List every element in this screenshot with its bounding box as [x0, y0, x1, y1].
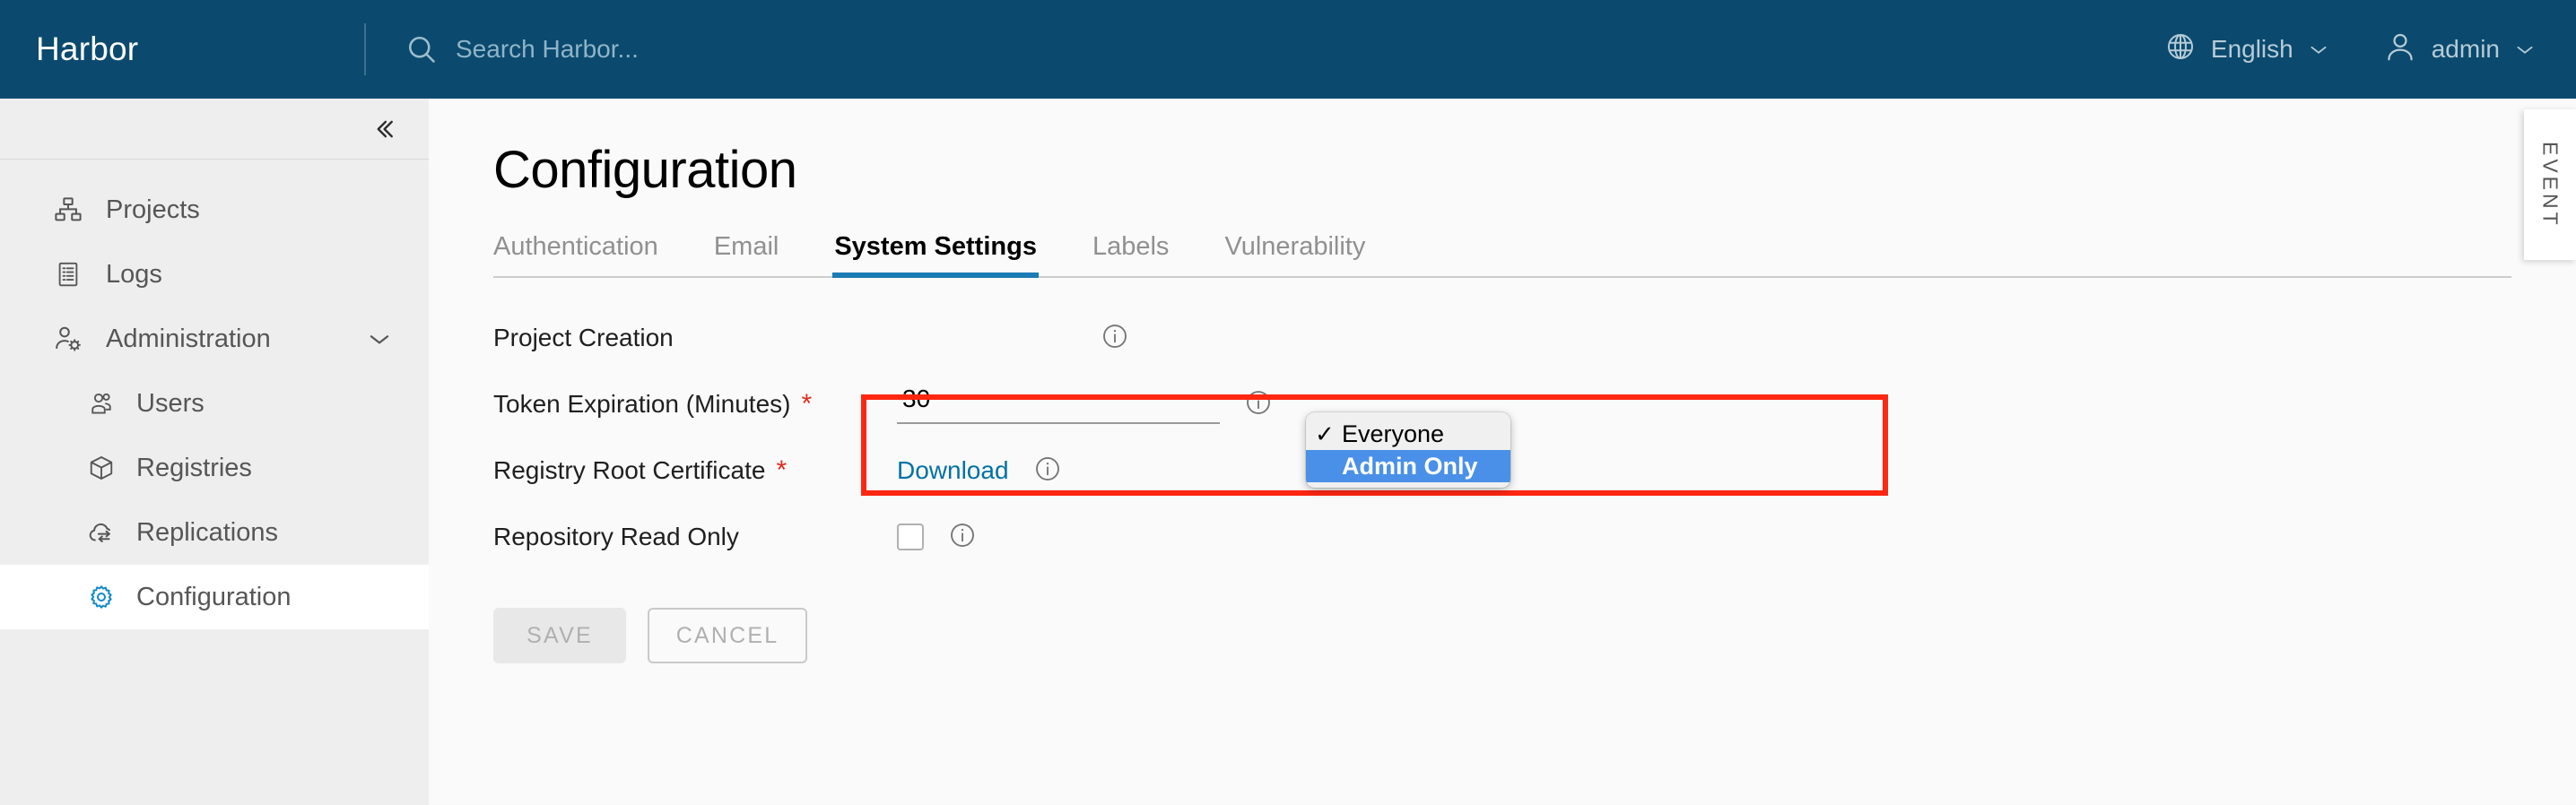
download-certificate-link[interactable]: Download — [897, 456, 1009, 485]
form-control — [897, 522, 976, 553]
sidebar-item-projects[interactable]: Projects — [0, 177, 429, 242]
tab-email[interactable]: Email — [714, 232, 779, 276]
form-row-repository-read-only: Repository Read Only — [493, 504, 2576, 570]
search-icon — [405, 33, 438, 65]
replication-cloud-icon — [84, 518, 118, 547]
form-label: Repository Read Only — [493, 523, 897, 551]
registry-box-icon — [84, 454, 118, 481]
language-selector[interactable]: English — [2165, 0, 2328, 99]
project-creation-select[interactable] — [897, 320, 1076, 356]
form-label: Project Creation — [493, 324, 897, 352]
form-control — [897, 320, 1128, 356]
brand-title: Harbor — [36, 30, 139, 67]
info-circle-icon[interactable] — [949, 522, 976, 553]
main-content: Configuration Authentication Email Syste… — [429, 99, 2576, 805]
search-input[interactable] — [456, 30, 994, 69]
save-button[interactable]: SAVE — [493, 608, 626, 663]
settings-form: Project Creation Token Expiration (Minut… — [493, 278, 2576, 570]
sidebar-item-label: Users — [136, 388, 205, 418]
event-panel-tab[interactable]: EVENT — [2524, 109, 2576, 260]
form-label-text: Token Expiration (Minutes) — [493, 390, 791, 418]
sidebar-item-replications[interactable]: Replications — [0, 500, 429, 565]
projects-icon — [50, 195, 86, 224]
tab-labels[interactable]: Labels — [1092, 232, 1169, 276]
form-label-text: Registry Root Certificate — [493, 456, 766, 484]
user-label: admin — [2431, 35, 2500, 63]
form-label-text: Repository Read Only — [493, 523, 739, 550]
sidebar-nav: Projects Logs Administration Users Regis… — [0, 160, 429, 629]
double-chevron-left-icon — [370, 116, 397, 147]
sidebar-item-label: Projects — [106, 195, 200, 224]
dropdown-option-label: Admin Only — [1342, 452, 1478, 480]
info-circle-icon[interactable] — [1034, 455, 1061, 487]
sidebar-item-label: Replications — [136, 517, 278, 547]
logs-icon — [50, 261, 86, 288]
users-icon — [84, 390, 118, 417]
sidebar-collapse-button[interactable] — [364, 111, 404, 151]
form-row-project-creation: Project Creation — [493, 305, 2576, 371]
token-expiration-input[interactable] — [897, 385, 1220, 424]
sidebar-collapse-row — [0, 99, 429, 160]
repository-read-only-checkbox[interactable] — [897, 524, 924, 550]
info-circle-icon[interactable] — [1101, 323, 1128, 354]
sidebar-item-label: Administration — [106, 324, 271, 353]
tab-vulnerability[interactable]: Vulnerability — [1224, 232, 1365, 276]
dropdown-option-admin-only[interactable]: Admin Only — [1306, 450, 1510, 482]
form-label: Token Expiration (Minutes) * — [493, 390, 897, 419]
user-icon — [2384, 30, 2416, 69]
chevron-down-icon — [2309, 44, 2328, 56]
sidebar-item-label: Registries — [136, 453, 252, 482]
checkmark-icon: ✓ — [1315, 420, 1335, 447]
chevron-down-icon[interactable] — [368, 325, 391, 354]
form-label-text: Project Creation — [493, 324, 674, 351]
required-marker: * — [776, 455, 788, 485]
project-creation-dropdown[interactable]: ✓ Everyone Admin Only — [1306, 412, 1510, 488]
chevron-down-icon — [2515, 44, 2535, 56]
sidebar: Projects Logs Administration Users Regis… — [0, 99, 429, 805]
top-header: Harbor English — [0, 0, 2576, 99]
globe-icon — [2165, 31, 2196, 68]
event-panel-label: EVENT — [2538, 141, 2563, 229]
tab-bar: Authentication Email System Settings Lab… — [493, 232, 2511, 278]
sidebar-item-users[interactable]: Users — [0, 371, 429, 436]
tab-authentication[interactable]: Authentication — [493, 232, 658, 276]
form-row-token-expiration: Token Expiration (Minutes) * — [493, 371, 2576, 437]
search-area[interactable] — [366, 0, 2165, 99]
dropdown-option-label: Everyone — [1342, 420, 1445, 447]
tab-system-settings[interactable]: System Settings — [832, 232, 1039, 278]
required-marker: * — [801, 389, 813, 419]
form-control — [897, 385, 1272, 424]
sidebar-item-logs[interactable]: Logs — [0, 242, 429, 307]
brand-area[interactable]: Harbor — [0, 0, 366, 99]
page-title: Configuration — [493, 141, 797, 199]
administration-icon — [50, 325, 86, 353]
info-circle-icon[interactable] — [1245, 389, 1272, 420]
header-actions: English admin — [2165, 0, 2576, 99]
sidebar-item-label: Logs — [106, 259, 162, 289]
gear-icon — [84, 584, 118, 610]
sidebar-item-configuration[interactable]: Configuration — [0, 565, 429, 629]
sidebar-item-registries[interactable]: Registries — [0, 436, 429, 500]
language-label: English — [2210, 35, 2293, 63]
user-menu[interactable]: admin — [2384, 0, 2535, 99]
form-row-registry-root-certificate: Registry Root Certificate * Download — [493, 437, 2576, 504]
form-control: Download — [897, 455, 1061, 487]
sidebar-item-administration[interactable]: Administration — [0, 307, 429, 371]
form-actions: SAVE CANCEL — [493, 570, 2576, 663]
cancel-button[interactable]: CANCEL — [648, 608, 807, 663]
form-label: Registry Root Certificate * — [493, 456, 897, 485]
dropdown-option-everyone[interactable]: ✓ Everyone — [1306, 418, 1510, 450]
sidebar-item-label: Configuration — [136, 582, 292, 611]
